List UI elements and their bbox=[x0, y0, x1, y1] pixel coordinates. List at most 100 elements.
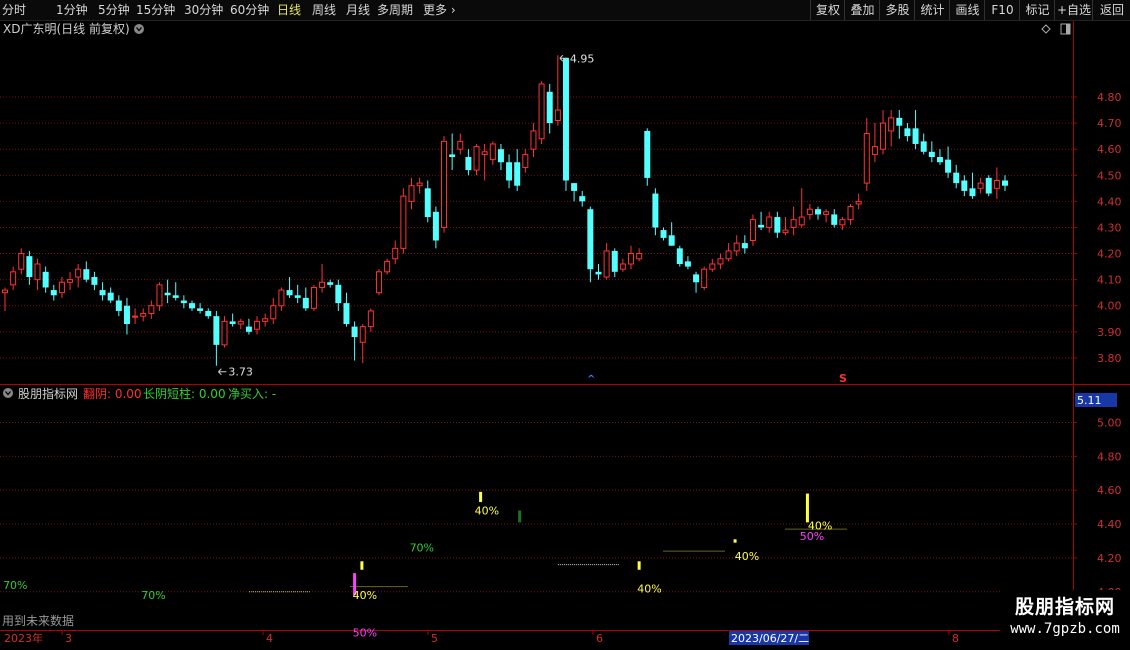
indicator-bar bbox=[805, 493, 809, 523]
candle bbox=[497, 143, 504, 171]
toolbar-button-7[interactable]: +自选 bbox=[1054, 0, 1093, 20]
candle bbox=[140, 308, 147, 322]
candle-body bbox=[888, 117, 895, 132]
candle-body bbox=[172, 295, 179, 298]
candle-body bbox=[863, 133, 870, 184]
period-tab-4[interactable]: 30分钟 bbox=[184, 2, 223, 18]
candle bbox=[432, 206, 439, 249]
candle-body bbox=[375, 271, 382, 294]
candle bbox=[652, 188, 659, 236]
indicator-item-2: 净买入: - bbox=[228, 387, 276, 401]
indicator-pct-label: 70% bbox=[410, 542, 434, 555]
candle-body bbox=[278, 289, 285, 307]
candle bbox=[188, 300, 195, 311]
candle bbox=[961, 175, 968, 197]
candle-body bbox=[302, 297, 309, 309]
candle bbox=[766, 211, 773, 233]
high-label: 4.95 bbox=[570, 52, 595, 65]
candle bbox=[75, 263, 82, 288]
candle bbox=[871, 123, 878, 163]
period-tab-10[interactable]: 更多 › bbox=[423, 2, 456, 18]
candle-body bbox=[676, 248, 683, 264]
candle bbox=[977, 177, 984, 194]
marker-up: ^ bbox=[587, 374, 595, 385]
window-icon-fill bbox=[1066, 24, 1070, 34]
candle-body bbox=[896, 117, 903, 126]
candle-body bbox=[132, 315, 139, 318]
candle-body bbox=[123, 305, 130, 324]
candle bbox=[221, 316, 228, 348]
indicator-bar bbox=[479, 491, 483, 503]
candle-body bbox=[99, 290, 106, 296]
period-tab-6[interactable]: 日线 bbox=[277, 2, 301, 18]
indicator-pct-label: 40% bbox=[353, 589, 377, 602]
candle-body bbox=[977, 182, 984, 189]
period-tab-7[interactable]: 周线 bbox=[312, 2, 336, 18]
candle bbox=[132, 308, 139, 324]
candle-body bbox=[1001, 180, 1008, 186]
period-tab-8[interactable]: 月线 bbox=[346, 2, 370, 18]
indicator-bar bbox=[637, 561, 641, 570]
candle bbox=[10, 266, 17, 291]
indicator-pct-label: 70% bbox=[141, 589, 165, 602]
candle bbox=[725, 243, 732, 262]
period-tab-1[interactable]: 1分钟 bbox=[56, 2, 88, 18]
candle bbox=[172, 282, 179, 301]
candle-body bbox=[628, 253, 635, 265]
price-tick-label: 4.40 bbox=[1097, 195, 1122, 208]
candle bbox=[823, 209, 830, 223]
candle bbox=[351, 321, 358, 361]
toolbar-button-4[interactable]: 画线 bbox=[949, 0, 985, 20]
candle bbox=[636, 248, 643, 262]
indicator-bar bbox=[518, 510, 522, 523]
candle-body bbox=[693, 274, 700, 283]
candle bbox=[319, 263, 326, 293]
candle bbox=[197, 303, 204, 314]
period-tab-3[interactable]: 15分钟 bbox=[136, 2, 175, 18]
candle-body bbox=[408, 185, 415, 202]
candle-body bbox=[961, 180, 968, 191]
period-tab-9[interactable]: 多周期 bbox=[377, 2, 413, 18]
toolbar-button-3[interactable]: 统计 bbox=[914, 0, 950, 20]
candle-body bbox=[262, 318, 269, 322]
candle-body bbox=[2, 289, 8, 294]
candle bbox=[18, 248, 25, 275]
candle-body bbox=[709, 263, 716, 270]
indicator-pct-label: 50% bbox=[353, 626, 377, 639]
toolbar-button-2[interactable]: 多股 bbox=[879, 0, 915, 20]
indicator-pct-label: 40% bbox=[808, 520, 832, 533]
candle-body bbox=[229, 321, 236, 324]
candle-body bbox=[400, 195, 407, 249]
candle bbox=[831, 209, 838, 228]
toolbar-button-6[interactable]: 标记 bbox=[1019, 0, 1055, 20]
candle bbox=[473, 143, 480, 176]
period-tab-2[interactable]: 5分钟 bbox=[98, 2, 130, 18]
candle-body bbox=[985, 177, 992, 194]
candle bbox=[310, 284, 317, 311]
period-tab-0[interactable]: 分时 bbox=[2, 2, 26, 18]
candle bbox=[595, 263, 602, 280]
candle bbox=[839, 217, 846, 231]
toolbar-button-0[interactable]: 复权 bbox=[810, 0, 845, 20]
candle bbox=[506, 154, 513, 189]
period-tab-5[interactable]: 60分钟 bbox=[230, 2, 269, 18]
candle bbox=[343, 292, 350, 327]
candle bbox=[34, 258, 41, 291]
candle bbox=[270, 297, 277, 324]
toolbar-button-8[interactable]: 返回 bbox=[1092, 0, 1130, 20]
candle-body bbox=[798, 216, 805, 226]
candle bbox=[457, 133, 464, 155]
month-label-5: 5 bbox=[431, 632, 438, 645]
candle-body bbox=[562, 57, 569, 181]
indicator-tick-label: 4.40 bbox=[1097, 518, 1122, 531]
watermark: 股朋指标网 www.7gpzb.com bbox=[1000, 590, 1130, 650]
candle bbox=[847, 203, 854, 225]
price-tick-label: 4.80 bbox=[1097, 91, 1122, 104]
toolbar-button-1[interactable]: 叠加 bbox=[844, 0, 880, 20]
candle bbox=[749, 214, 756, 246]
candle bbox=[327, 279, 334, 288]
watermark-url: www.7gpzb.com bbox=[1010, 621, 1120, 637]
candle bbox=[863, 117, 870, 191]
toolbar-button-5[interactable]: F10 bbox=[984, 0, 1020, 20]
candle-body bbox=[619, 263, 626, 270]
